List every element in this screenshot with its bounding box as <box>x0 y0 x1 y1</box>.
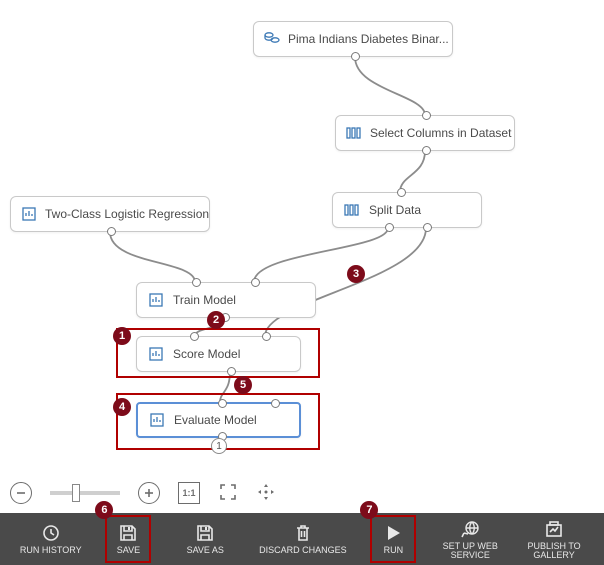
gallery-icon <box>544 519 564 539</box>
run-button[interactable]: RUN <box>374 516 412 562</box>
experiment-canvas[interactable]: Pima Indians Diabetes Binar... Select Co… <box>0 0 604 480</box>
node-logistic-regression[interactable]: Two-Class Logistic Regression <box>10 196 210 232</box>
input-port[interactable] <box>251 278 260 287</box>
play-icon <box>384 523 402 543</box>
toolbar-label: RUN <box>384 546 404 555</box>
highlight-save: SAVE <box>105 515 151 563</box>
input-port[interactable] <box>271 399 280 408</box>
zoom-controls: 1:1 <box>0 478 604 508</box>
toolbar-label: SAVE AS <box>187 546 224 555</box>
one-to-one-label: 1:1 <box>182 488 195 498</box>
run-history-button[interactable]: RUN HISTORY <box>20 516 82 562</box>
output-port[interactable] <box>423 223 432 232</box>
zoom-fit-button[interactable] <box>218 482 238 505</box>
setup-web-service-button[interactable]: SET UP WEB SERVICE <box>440 516 500 562</box>
input-port[interactable] <box>262 332 271 341</box>
step-badge-5: 5 <box>234 376 252 394</box>
pan-button[interactable] <box>256 482 276 505</box>
port-tooltip: 1 <box>211 438 227 454</box>
node-train-model[interactable]: Train Model <box>136 282 316 318</box>
publish-gallery-button[interactable]: PUBLISH TO GALLERY <box>524 516 584 562</box>
node-evaluate-model[interactable]: Evaluate Model <box>136 402 301 438</box>
toolbar-label: SAVE <box>117 546 140 555</box>
toolbar-label: DISCARD CHANGES <box>259 546 347 555</box>
step-badge-3: 3 <box>347 265 365 283</box>
input-port[interactable] <box>218 399 227 408</box>
zoom-actual-button[interactable]: 1:1 <box>178 482 200 504</box>
output-port[interactable] <box>422 146 431 155</box>
model-icon <box>147 291 165 309</box>
discard-changes-button[interactable]: DISCARD CHANGES <box>259 516 347 562</box>
database-icon <box>264 30 280 48</box>
globe-icon <box>460 519 480 539</box>
input-port[interactable] <box>192 278 201 287</box>
node-score-model[interactable]: Score Model <box>136 336 301 372</box>
toolbar-label: SET UP WEB SERVICE <box>443 542 498 560</box>
node-label: Pima Indians Diabetes Binar... <box>288 32 449 46</box>
history-icon <box>41 523 61 543</box>
output-port[interactable] <box>107 227 116 236</box>
columns-icon <box>343 201 361 219</box>
node-label: Two-Class Logistic Regression <box>45 207 209 221</box>
input-port[interactable] <box>190 332 199 341</box>
node-label: Select Columns in Dataset <box>370 126 511 140</box>
output-port[interactable] <box>351 52 360 61</box>
model-icon <box>147 345 165 363</box>
node-split-data[interactable]: Split Data <box>332 192 482 228</box>
slider-thumb[interactable] <box>72 484 80 502</box>
node-dataset[interactable]: Pima Indians Diabetes Binar... <box>253 21 453 57</box>
output-port[interactable] <box>227 367 236 376</box>
input-port[interactable] <box>397 188 406 197</box>
node-label: Score Model <box>173 347 240 361</box>
save-icon <box>118 523 138 543</box>
zoom-out-button[interactable] <box>10 482 32 504</box>
node-label: Evaluate Model <box>174 413 257 427</box>
toolbar-label: RUN HISTORY <box>20 546 82 555</box>
trash-icon <box>294 523 312 543</box>
node-label: Split Data <box>369 203 421 217</box>
node-select-columns[interactable]: Select Columns in Dataset <box>335 115 515 151</box>
save-as-button[interactable]: SAVE AS <box>175 516 235 562</box>
model-icon <box>148 411 166 429</box>
save-icon <box>195 523 215 543</box>
model-icon <box>21 205 37 223</box>
output-port[interactable] <box>385 223 394 232</box>
input-port[interactable] <box>422 111 431 120</box>
toolbar-label: PUBLISH TO GALLERY <box>527 542 580 560</box>
save-button[interactable]: SAVE <box>109 516 147 562</box>
zoom-slider[interactable] <box>50 491 120 495</box>
step-badge-1: 1 <box>113 327 131 345</box>
zoom-in-button[interactable] <box>138 482 160 504</box>
bottom-toolbar: RUN HISTORY 6 SAVE SAVE AS DISCARD CHANG… <box>0 513 604 565</box>
step-badge-4: 4 <box>113 398 131 416</box>
columns-icon <box>346 124 362 142</box>
node-label: Train Model <box>173 293 236 307</box>
step-badge-2: 2 <box>207 311 225 329</box>
highlight-run: RUN <box>370 515 416 563</box>
